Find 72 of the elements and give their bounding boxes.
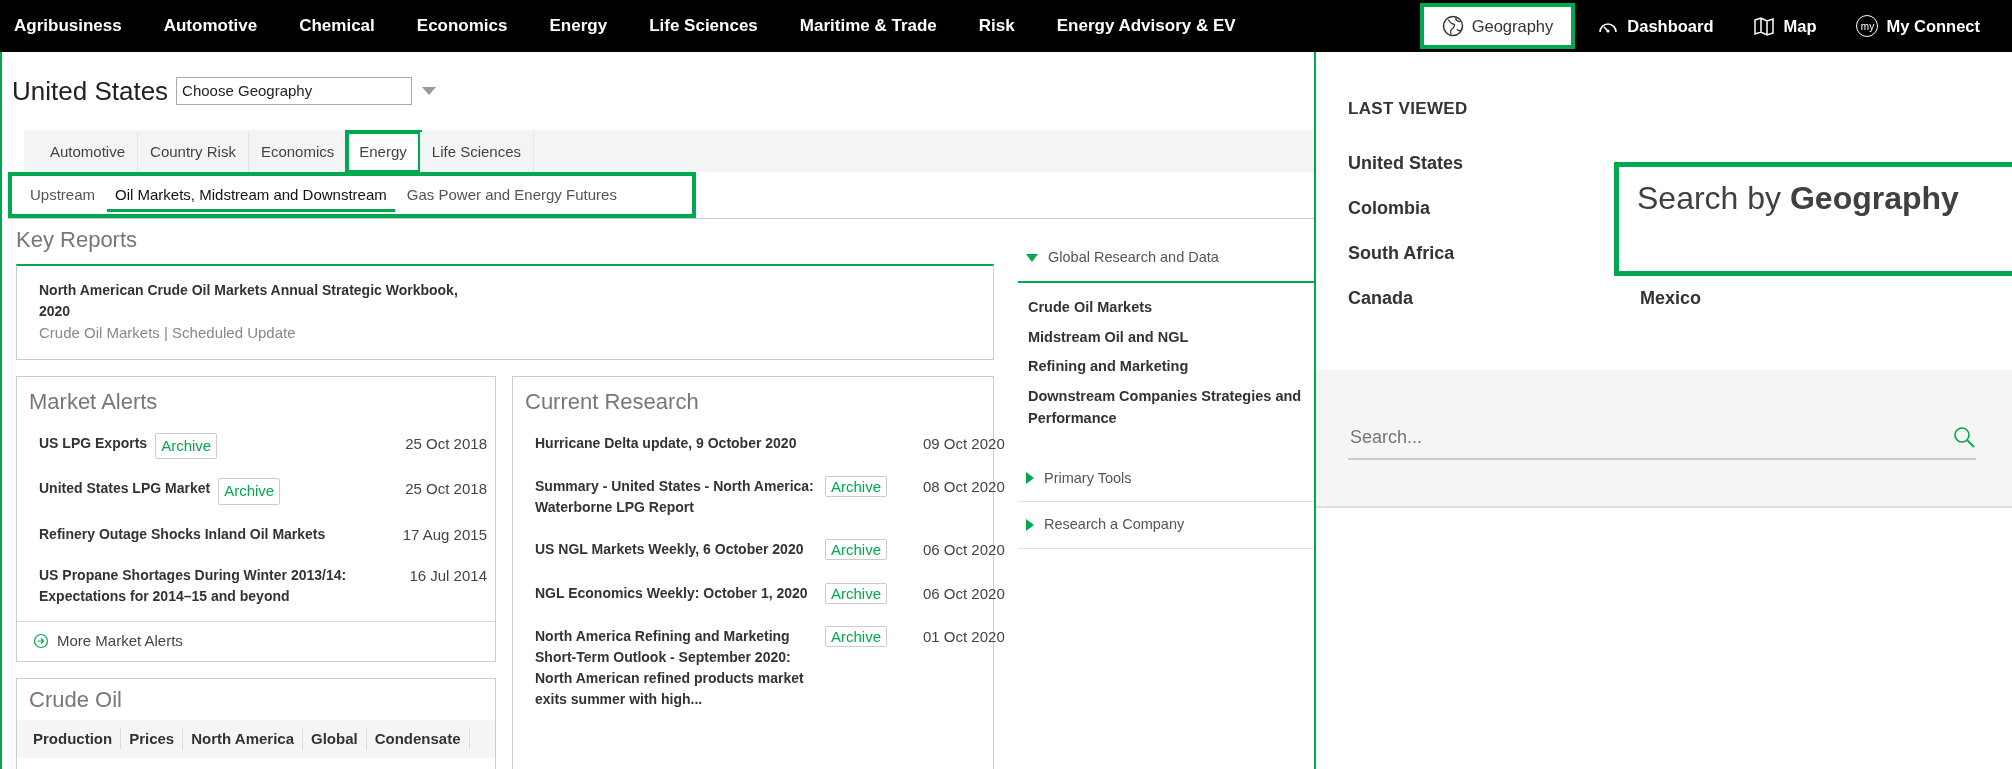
item-date: 08 Oct 2020 [923, 477, 1005, 497]
caret-down-icon [1026, 253, 1038, 262]
item-title[interactable]: NGL Economics Weekly: October 1, 2020 [535, 582, 817, 604]
item-title[interactable]: North America Refining and Marketing Short-Term Outlook - September 2020: North American refined products market exits summer with high... [535, 626, 817, 710]
nav-link[interactable]: Life Sciences [649, 13, 758, 39]
nav-link[interactable]: Maritime & Trade [799, 13, 937, 39]
tab[interactable]: Energy [347, 132, 420, 172]
item-title[interactable]: Hurricane Delta update, 9 October 2020 [535, 432, 817, 454]
sidebar-link[interactable]: Midstream Oil and NGL [1028, 326, 1304, 349]
page-title: United States [12, 74, 169, 108]
tab[interactable]: Life Sciences [419, 132, 534, 172]
sidebar-link[interactable]: Refining and Marketing [1028, 356, 1304, 378]
nav-link[interactable]: Automotive [163, 13, 258, 39]
table-tab[interactable]: Prices [121, 727, 184, 750]
section-toggle[interactable]: Primary Tools [1018, 467, 1140, 490]
caret-right-icon [1026, 519, 1034, 532]
item-date: 17 Aug 2015 [402, 524, 487, 545]
toolbar-button[interactable]: my My Connect [1838, 3, 1998, 49]
section-toggle[interactable]: Global Research and Data [1018, 247, 1227, 269]
country-link[interactable]: Colombia [1348, 194, 1430, 222]
section-toggle[interactable]: Research a Company [1018, 514, 1193, 536]
caret-right-icon [1026, 472, 1034, 485]
country-link[interactable]: South Africa [1348, 239, 1455, 267]
nav-link[interactable]: Risk [978, 13, 1015, 39]
item-title[interactable]: United States LPG Market [39, 478, 211, 499]
caret-icon [420, 86, 439, 96]
section-title: Key Reports [16, 226, 139, 254]
card-title: Crude Oil [28, 685, 123, 714]
geography-select[interactable]: Choose Geography [176, 77, 413, 105]
item-date: 25 Oct 2018 [405, 433, 487, 454]
sidebar-link[interactable]: Downstream Companies Strategies and Performance [1028, 386, 1304, 430]
nav-link[interactable]: Agribusiness [14, 13, 122, 39]
item-date: 06 Oct 2020 [923, 540, 1005, 560]
subtab[interactable]: Oil Markets, Midstream and Downstream [107, 179, 395, 215]
item-date: 09 Oct 2020 [923, 433, 1005, 454]
item-date: 01 Oct 2020 [923, 627, 1005, 647]
toolbar-button[interactable]: Dashboard [1579, 3, 1732, 49]
sidebar-link[interactable]: Crude Oil Markets [1028, 296, 1304, 319]
nav-link[interactable]: Chemical [299, 13, 375, 39]
arrow-circle-icon [33, 633, 49, 650]
section-heading: LAST VIEWED [1348, 98, 1469, 120]
toolbar-button[interactable]: Map [1735, 3, 1835, 49]
card-title: Current Research [524, 387, 700, 416]
table-tab[interactable]: North America [183, 727, 304, 750]
nav-link[interactable]: Economics [416, 13, 508, 39]
country-link[interactable]: United States [1348, 149, 1464, 177]
item-date: 06 Oct 2020 [923, 583, 1005, 604]
report-title[interactable]: North American Crude Oil Markets Annual Strategic Workbook, 2020 [39, 280, 479, 322]
country-link[interactable]: Mexico [1640, 284, 1702, 312]
item-title[interactable]: US Propane Shortages During Winter 2013/14: Expectations for 2014–15 and beyond [39, 565, 402, 607]
subtab[interactable]: Gas Power and Energy Futures [398, 179, 625, 215]
nav-link[interactable]: Energy Advisory & EV [1056, 13, 1236, 39]
callout-box: Search by Geography [1614, 162, 2012, 276]
item-title[interactable]: US LPG Exports [39, 432, 148, 454]
subtab[interactable]: Upstream [22, 179, 104, 215]
item-date: 25 Oct 2018 [405, 479, 487, 499]
table-tab[interactable]: Global [303, 727, 367, 750]
item-title[interactable]: US NGL Markets Weekly, 6 October 2020 [535, 539, 817, 560]
item-title[interactable]: Refinery Outage Shocks Inland Oil Markets [39, 523, 395, 545]
globe-icon [1441, 15, 1464, 37]
item-title[interactable]: Summary - United States - North America: Waterborne LPG Report [535, 476, 817, 518]
card-title: Market Alerts [28, 387, 159, 416]
search-icon [1952, 425, 1976, 449]
item-date: 16 Jul 2014 [409, 566, 487, 586]
nav-link[interactable]: Energy [549, 13, 608, 39]
toolbar-button[interactable]: Geography [1419, 3, 1576, 49]
table-tab[interactable]: Condensate [366, 727, 470, 750]
table-tab[interactable]: Production [25, 727, 122, 750]
report-meta: Crude Oil Markets | Scheduled Update [39, 323, 297, 343]
more-link[interactable]: More Market Alerts [57, 630, 183, 653]
country-link[interactable]: Canada [1348, 284, 1414, 312]
map-icon [1753, 15, 1776, 37]
